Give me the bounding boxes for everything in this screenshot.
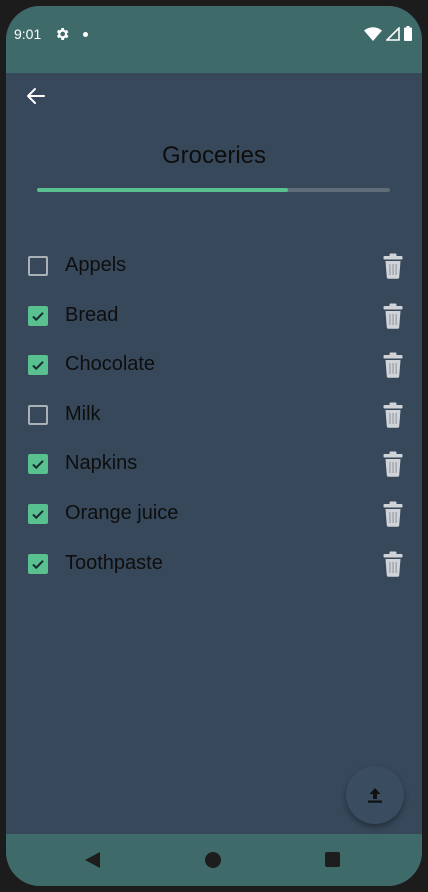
trash-icon[interactable]: [382, 402, 404, 428]
check-icon: [32, 361, 44, 371]
check-icon: [32, 510, 44, 520]
item-checkbox[interactable]: [28, 305, 48, 326]
progress-fill: [37, 188, 288, 192]
status-bar: 9:01: [6, 6, 422, 73]
trash-icon[interactable]: [382, 501, 404, 527]
arrow-left-icon[interactable]: [24, 84, 48, 108]
page-title: Groceries: [161, 142, 267, 169]
status-time: 9:01: [14, 26, 42, 42]
nav-bar: [6, 834, 422, 886]
status-icons: [364, 26, 412, 41]
notification-dot-icon: [83, 32, 88, 37]
gear-icon: [56, 28, 69, 40]
progress-bar: [37, 188, 390, 192]
nav-back-icon[interactable]: [84, 851, 102, 869]
trash-icon[interactable]: [382, 253, 404, 279]
item-label: Appels: [65, 254, 127, 276]
battery-icon: [404, 26, 412, 41]
item-label: Orange juice: [65, 501, 179, 524]
nav-home-icon[interactable]: [205, 852, 221, 868]
list-item: Appels: [6, 246, 422, 296]
item-label: Milk: [65, 402, 101, 425]
item-checkbox[interactable]: [28, 553, 48, 574]
item-label: Chocolate: [65, 353, 156, 376]
item-checkbox[interactable]: [28, 355, 48, 376]
item-checkbox[interactable]: [28, 503, 48, 524]
upload-button[interactable]: [346, 766, 404, 824]
list-item: Napkins: [6, 444, 422, 494]
list-item: Orange juice: [6, 494, 422, 544]
nav-recents-icon[interactable]: [325, 852, 340, 867]
wifi-icon: [364, 26, 382, 41]
item-list: Appels Bread Chocolate Milk Napkins Orange ju…: [6, 246, 422, 593]
list-item: Bread: [6, 296, 422, 346]
list-item: Chocolate: [6, 345, 422, 395]
item-label: Bread: [65, 303, 119, 326]
list-item: Toothpaste: [6, 544, 422, 594]
list-item: Milk: [6, 395, 422, 445]
item-label: Toothpaste: [65, 551, 163, 574]
check-icon: [32, 460, 44, 470]
phone-screen: 9:01 Groceries Appels Bread Chocolate Milk N…: [6, 6, 422, 886]
item-checkbox[interactable]: [28, 454, 48, 475]
trash-icon[interactable]: [382, 551, 404, 577]
upload-icon: [368, 788, 382, 803]
signal-icon: [386, 26, 400, 41]
item-label: Napkins: [65, 452, 138, 475]
item-checkbox[interactable]: [28, 256, 48, 276]
trash-icon[interactable]: [382, 352, 404, 378]
trash-icon[interactable]: [382, 303, 404, 329]
trash-icon[interactable]: [382, 451, 404, 478]
item-checkbox[interactable]: [28, 404, 48, 425]
check-icon: [32, 311, 44, 321]
check-icon: [32, 559, 44, 569]
